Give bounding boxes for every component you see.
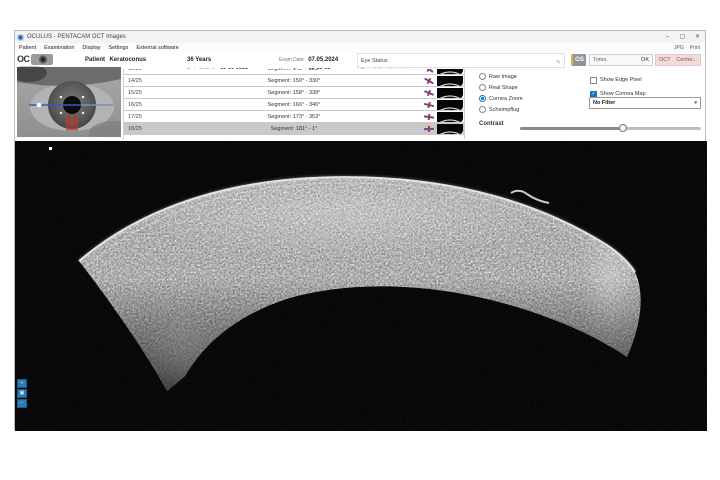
segment-thumbnail[interactable] xyxy=(437,88,463,98)
segment-index: 15/25 xyxy=(124,90,164,96)
menu-display[interactable]: Display xyxy=(78,45,104,51)
patient-name-label: Patient xyxy=(85,57,105,63)
title-bar: OCULUS - PENTACAM OCT Images – ▢ ✕ xyxy=(15,31,705,43)
jpg-export-button[interactable]: JPG xyxy=(674,45,684,51)
app-icon xyxy=(17,34,24,41)
oculus-logo-text: OC xyxy=(17,54,30,64)
radio-cornea-zoom[interactable]: Cornea Zoom xyxy=(479,93,523,104)
segment-label: Segment: 158° - 338° xyxy=(164,90,424,96)
segment-label: Segment: 181° - 1° xyxy=(164,126,424,132)
segment-label: Segment: 173° - 353° xyxy=(164,114,424,120)
segment-thumbnail[interactable] xyxy=(437,100,463,110)
exam-info-box[interactable]: Eye Status Exam Info Enter Info... ✎ xyxy=(357,53,565,68)
oct-scan-viewport[interactable]: + ▣ − xyxy=(15,141,707,431)
contrast-label: Contrast xyxy=(479,121,504,127)
patient-age-value: 36 Years xyxy=(187,57,211,63)
checkbox-label: Show Edge Pixel xyxy=(600,77,642,83)
segment-row-16[interactable]: 16/25 Segment: 166° - 346° xyxy=(124,99,464,111)
checkbox-icon xyxy=(590,77,597,84)
segment-direction-icon xyxy=(424,123,434,133)
purkinje-dot-1 xyxy=(60,96,62,98)
segment-index: 13/25 xyxy=(124,69,164,72)
radio-label: Real Shape xyxy=(489,85,518,91)
radio-icon xyxy=(479,106,486,113)
segment-direction-icon xyxy=(422,86,435,99)
contrast-slider[interactable] xyxy=(520,124,701,132)
exam-date-value: 07.05.2024 xyxy=(308,57,338,63)
zoom-out-button[interactable]: − xyxy=(17,399,27,408)
screenshot-root: OCULUS - PENTACAM OCT Images – ▢ ✕ Patie… xyxy=(0,0,720,480)
exam-date-label: Exam Date xyxy=(279,57,304,63)
slider-thumb[interactable] xyxy=(619,124,627,132)
segment-rows: 13/25 Segment: 142° - 322° 14/25 Segment… xyxy=(124,69,464,135)
tomo-status-box[interactable]: Tomo. OK xyxy=(589,54,653,66)
zoom-in-button[interactable]: + xyxy=(17,379,27,388)
radio-label: Cornea Zoom xyxy=(489,96,523,102)
slider-fill xyxy=(520,127,623,130)
menu-examination[interactable]: Examination xyxy=(40,45,78,51)
tomo-label: Tomo. xyxy=(593,57,608,63)
segment-index: 16/25 xyxy=(124,102,164,108)
purkinje-dot-4 xyxy=(82,112,84,114)
fixation-dot-marker xyxy=(37,103,42,108)
oculus-logo: OC xyxy=(17,54,53,65)
segment-thumbnail[interactable] xyxy=(437,124,463,134)
radio-label: Scheimpflug xyxy=(489,107,519,113)
segment-thumbnail[interactable] xyxy=(437,76,463,86)
segment-row-14[interactable]: 14/25 Segment: 150° - 330° xyxy=(124,75,464,87)
segment-label: Segment: 142° - 322° xyxy=(164,69,424,72)
chevron-down-icon: ▾ xyxy=(694,100,697,106)
menu-patient[interactable]: Patient xyxy=(15,45,40,51)
segment-direction-icon xyxy=(423,98,435,110)
radio-real-shape[interactable]: Real Shape xyxy=(479,82,523,93)
oct-label: OCT xyxy=(659,57,671,63)
oct-status-box[interactable]: OCT Center... xyxy=(655,54,701,66)
segment-index: 14/25 xyxy=(124,78,164,84)
purkinje-dot-2 xyxy=(82,96,84,98)
oct-value: Center... xyxy=(676,57,697,63)
segment-row-17[interactable]: 17/25 Segment: 173° - 353° xyxy=(124,111,464,123)
scan-region-marker xyxy=(67,116,78,130)
radio-label: Raw Image xyxy=(489,74,517,80)
filter-dropdown[interactable]: No Filter ▾ xyxy=(589,97,701,109)
window-title: OCULUS - PENTACAM OCT Images xyxy=(27,34,126,40)
checkbox-show-edge-pixel[interactable]: Show Edge Pixel xyxy=(590,73,646,87)
segment-label: Segment: 150° - 330° xyxy=(164,78,424,84)
tomo-value: OK xyxy=(641,57,649,63)
eye-side-badge: OS xyxy=(571,54,586,66)
menu-external-software[interactable]: External software xyxy=(132,45,183,51)
maximize-button[interactable]: ▢ xyxy=(675,31,690,43)
oculus-logo-eye-icon xyxy=(31,54,53,65)
close-button[interactable]: ✕ xyxy=(690,31,705,43)
minimize-button[interactable]: – xyxy=(660,31,675,43)
display-mode-group: Raw Image Real Shape Cornea Zoom Scheimp… xyxy=(479,71,523,115)
eye-camera-image xyxy=(17,67,121,137)
segment-direction-icon xyxy=(423,111,434,122)
segment-index: 17/25 xyxy=(124,114,164,120)
radio-icon xyxy=(479,73,486,80)
segment-thumbnail[interactable] xyxy=(437,112,463,122)
window-controls: – ▢ ✕ xyxy=(660,31,705,43)
radio-raw-image[interactable]: Raw Image xyxy=(479,71,523,82)
purkinje-dot-3 xyxy=(60,112,62,114)
segment-index: 18/25 xyxy=(124,126,164,132)
segment-list[interactable]: 13/25 Segment: 142° - 322° 14/25 Segment… xyxy=(123,69,465,139)
segment-label: Segment: 166° - 346° xyxy=(164,102,424,108)
radio-scheimpflug[interactable]: Scheimpflug xyxy=(479,104,523,115)
filter-selected-value: No Filter xyxy=(593,100,615,106)
scan-toolbar: + ▣ − xyxy=(17,379,27,408)
radio-icon xyxy=(479,84,486,91)
segment-direction-icon xyxy=(422,74,436,88)
edit-pencil-icon[interactable]: ✎ xyxy=(556,60,561,67)
app-window: OCULUS - PENTACAM OCT Images – ▢ ✕ Patie… xyxy=(14,30,706,430)
patient-name-value: Keratoconus xyxy=(109,57,146,63)
fit-view-button[interactable]: ▣ xyxy=(17,389,27,398)
oct-scan-image xyxy=(15,141,707,431)
segment-thumbnail[interactable] xyxy=(437,69,463,74)
segment-row-18-selected[interactable]: 18/25 Segment: 181° - 1° xyxy=(124,123,464,135)
segment-row-15[interactable]: 15/25 Segment: 158° - 338° xyxy=(124,87,464,99)
alignment-dot-marker xyxy=(49,147,52,150)
print-button[interactable]: Print xyxy=(690,45,700,51)
radio-icon xyxy=(479,95,486,102)
